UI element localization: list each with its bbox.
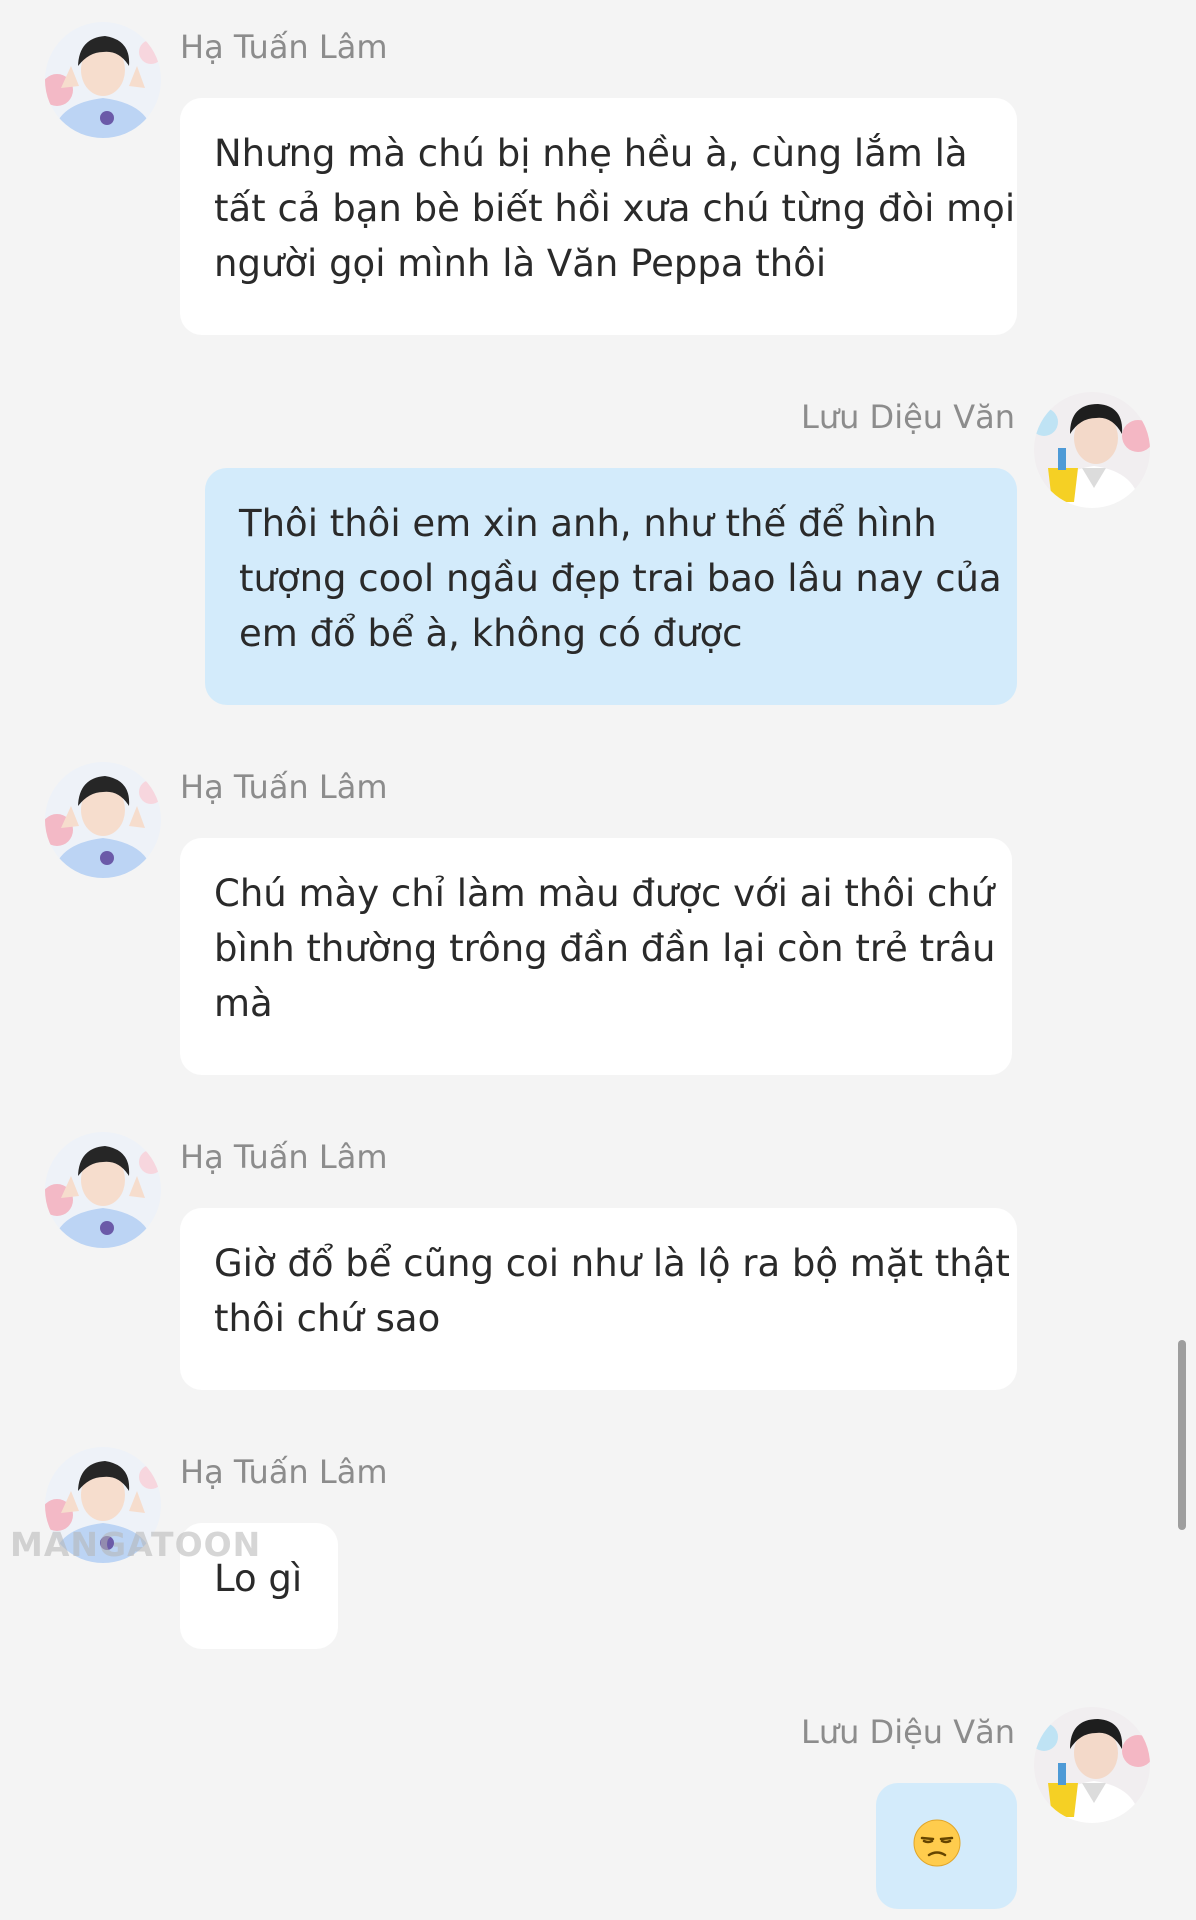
- scrollbar-thumb[interactable]: [1178, 1340, 1186, 1530]
- message-text-line: mà: [214, 982, 273, 1025]
- avatar-luu-dieu-van[interactable]: [1034, 1707, 1150, 1823]
- avatar-ha-tuan-lam-image: [45, 762, 161, 878]
- avatar-ha-tuan-lam[interactable]: [45, 762, 161, 878]
- watermark: MANGATOON: [10, 1525, 262, 1564]
- avatar-luu-dieu-van-image: [1034, 392, 1150, 508]
- avatar-ha-tuan-lam[interactable]: [45, 1132, 161, 1248]
- sender-name: Hạ Tuấn Lâm: [180, 1453, 388, 1491]
- message-text-line: em đổ bể à, không có được: [239, 612, 743, 655]
- message-text-line: Thôi thôi em xin anh, như thế để hình: [239, 502, 937, 545]
- message-bubble[interactable]: Giờ đổ bể cũng coi như là lộ ra bộ mặt t…: [180, 1208, 1017, 1390]
- sender-name: Lưu Diệu Văn: [800, 1713, 1015, 1751]
- avatar-ha-tuan-lam-image: [45, 22, 161, 138]
- avatar-luu-dieu-van-image: [1034, 1707, 1150, 1823]
- message-text-line: người gọi mình là Văn Peppa thôi: [214, 242, 827, 285]
- message-bubble[interactable]: Nhưng mà chú bị nhẹ hều à, cùng lắm là t…: [180, 98, 1017, 335]
- message-text-line: thôi chứ sao: [214, 1297, 441, 1340]
- message-text-line: Giờ đổ bể cũng coi như là lộ ra bộ mặt t…: [214, 1242, 1010, 1285]
- message-bubble[interactable]: Chú mày chỉ làm màu được với ai thôi chứ…: [180, 838, 1012, 1075]
- sender-name: Hạ Tuấn Lâm: [180, 28, 388, 66]
- message-text-line: Chú mày chỉ làm màu được với ai thôi chứ: [214, 872, 995, 915]
- avatar-ha-tuan-lam-image: [45, 1132, 161, 1248]
- sender-name: Lưu Diệu Văn: [800, 398, 1015, 436]
- sender-name: Hạ Tuấn Lâm: [180, 768, 388, 806]
- message-text-line: Nhưng mà chú bị nhẹ hều à, cùng lắm là: [214, 132, 968, 175]
- message-bubble[interactable]: Thôi thôi em xin anh, như thế để hình tư…: [205, 468, 1017, 705]
- avatar-luu-dieu-van[interactable]: [1034, 392, 1150, 508]
- message-text-line: bình thường trông đần đần lại còn trẻ tr…: [214, 927, 996, 970]
- sender-name: Hạ Tuấn Lâm: [180, 1138, 388, 1176]
- message-text-line: tất cả bạn bè biết hồi xưa chú từng đòi …: [214, 187, 1016, 230]
- message-text-line: tượng cool ngầu đẹp trai bao lâu nay của: [239, 557, 1002, 600]
- avatar-ha-tuan-lam[interactable]: [45, 22, 161, 138]
- unamused-face-emoji: [913, 1819, 961, 1867]
